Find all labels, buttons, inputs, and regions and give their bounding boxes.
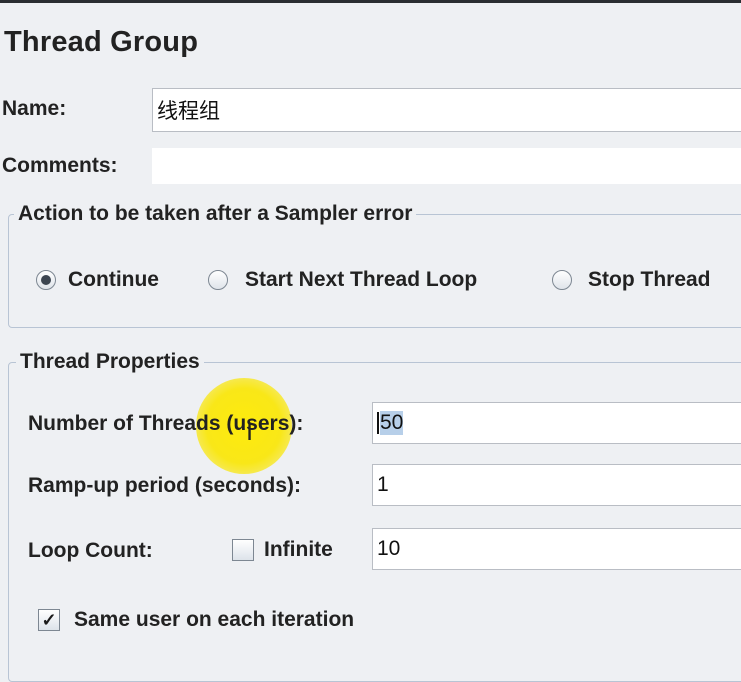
- check-mark-icon: ✓: [41, 610, 57, 630]
- radio-stop-thread[interactable]: Stop Thread: [552, 268, 711, 292]
- i-beam-cursor-icon: I: [246, 418, 254, 446]
- same-user-checkbox[interactable]: ✓ Same user on each iteration: [38, 608, 354, 632]
- ramp-up-label: Ramp-up period (seconds):: [28, 474, 302, 497]
- sampler-error-legend: Action to be taken after a Sampler error: [14, 202, 417, 226]
- radio-stop-thread-label: Stop Thread: [588, 268, 711, 291]
- comments-label: Comments:: [2, 154, 118, 177]
- radio-stop-thread-button[interactable]: [552, 270, 572, 290]
- loop-count-field[interactable]: 10: [372, 528, 741, 570]
- loop-count-value: 10: [377, 537, 401, 560]
- ramp-up-value: 1: [377, 473, 389, 496]
- same-user-checkbox-box[interactable]: ✓: [38, 609, 60, 631]
- infinite-checkbox[interactable]: Infinite: [232, 538, 333, 562]
- name-value: 线程组: [157, 100, 220, 123]
- radio-start-next-thread-loop-button[interactable]: [208, 270, 228, 290]
- radio-selected-dot: [41, 275, 51, 285]
- radio-start-next-thread-loop[interactable]: Start Next Thread Loop: [208, 268, 477, 292]
- radio-continue-button[interactable]: [36, 270, 56, 290]
- thread-properties-legend: Thread Properties: [16, 350, 204, 374]
- loop-count-label: Loop Count:: [28, 539, 153, 562]
- comments-field[interactable]: [152, 148, 741, 184]
- num-threads-label: Number of Threads (users):: [28, 412, 304, 435]
- infinite-checkbox-box[interactable]: [232, 539, 254, 561]
- same-user-label: Same user on each iteration: [74, 608, 355, 631]
- name-field[interactable]: 线程组: [152, 88, 741, 132]
- ramp-up-field[interactable]: 1: [372, 464, 741, 506]
- radio-continue-label: Continue: [68, 268, 159, 291]
- num-threads-value: 50: [380, 411, 404, 435]
- text-caret: [377, 412, 379, 434]
- window-top-border: [0, 0, 741, 3]
- infinite-label: Infinite: [264, 538, 333, 561]
- radio-start-next-thread-loop-label: Start Next Thread Loop: [245, 268, 478, 291]
- num-threads-field[interactable]: 50: [372, 402, 741, 444]
- page-title: Thread Group: [4, 26, 199, 58]
- name-label: Name:: [2, 97, 67, 120]
- radio-continue[interactable]: Continue: [36, 268, 159, 292]
